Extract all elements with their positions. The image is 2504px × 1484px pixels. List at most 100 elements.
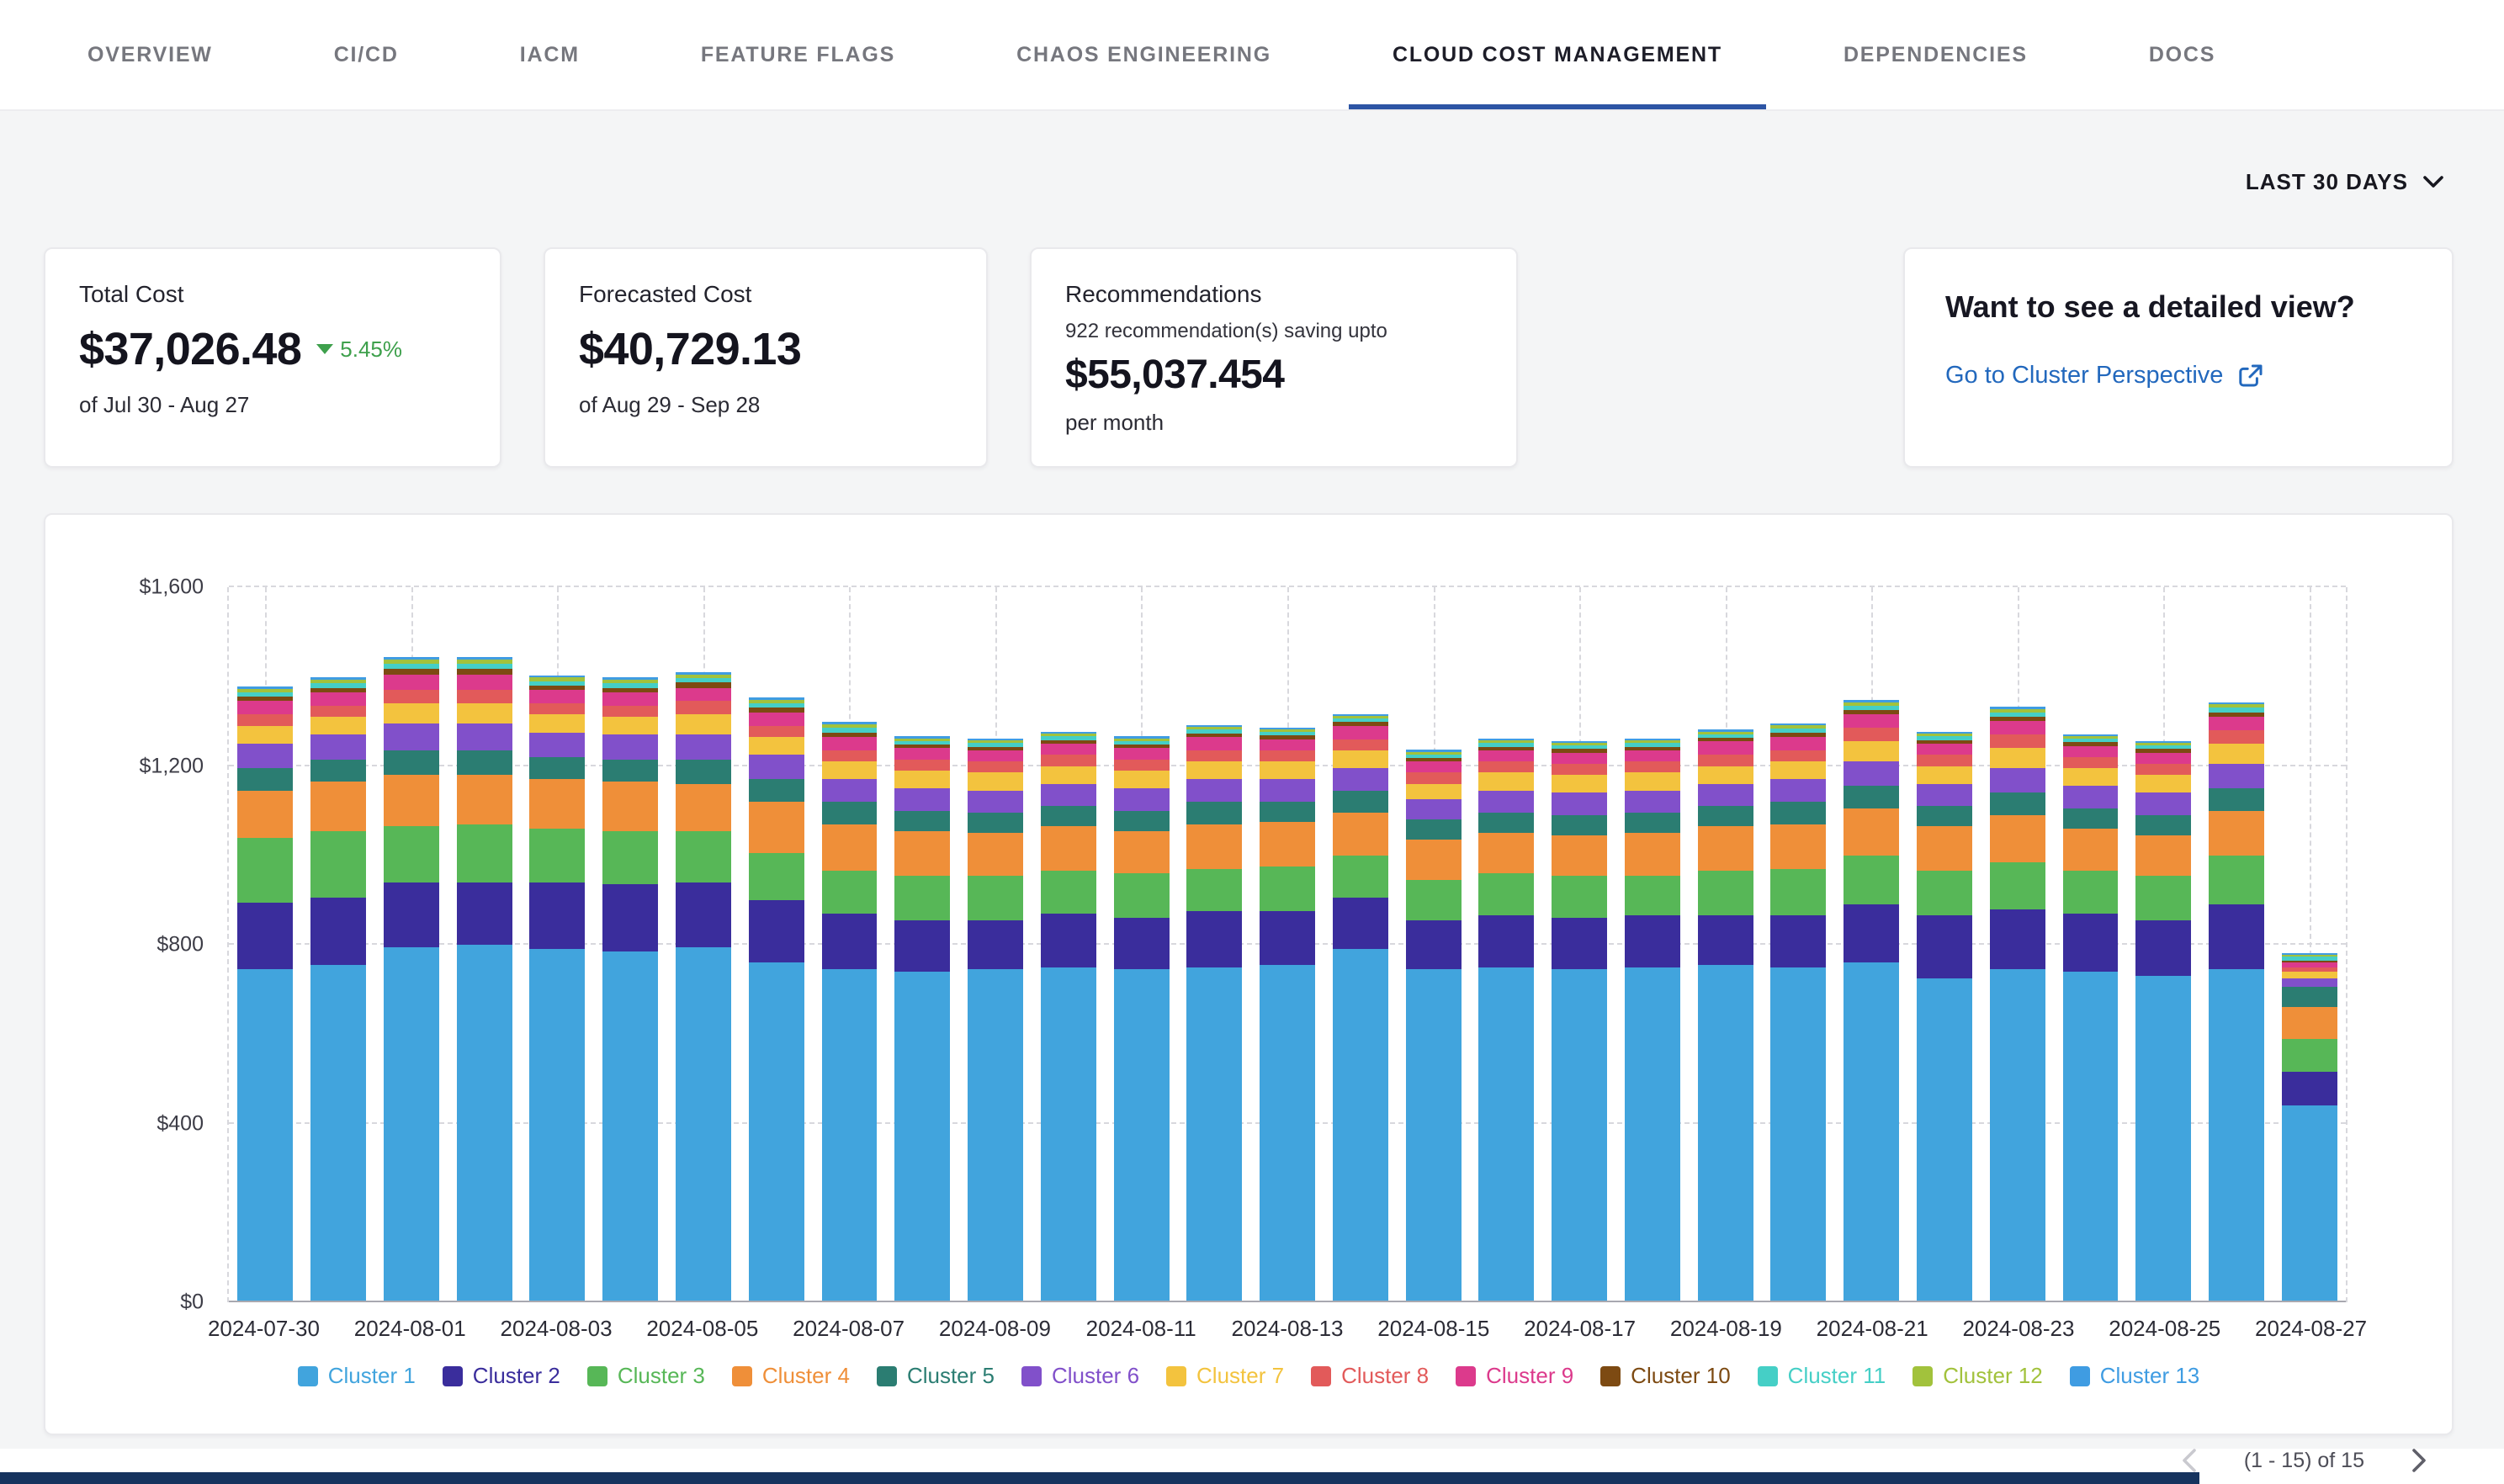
bar-segment-cluster-5 [2135, 815, 2191, 835]
chevron-right-icon[interactable] [2411, 1449, 2427, 1472]
bar-2024-08-15[interactable] [1406, 587, 1462, 1302]
bar-2024-08-14[interactable] [1333, 587, 1388, 1302]
bar-segment-cluster-7 [1260, 761, 1315, 779]
bar-2024-08-23[interactable] [1990, 587, 2045, 1302]
bar-2024-08-11[interactable] [1114, 587, 1170, 1302]
stacked-bars [229, 587, 2346, 1302]
legend-swatch [732, 1366, 752, 1386]
legend-item-cluster-2[interactable]: Cluster 2 [443, 1363, 560, 1389]
bar-2024-08-01[interactable] [384, 587, 439, 1302]
bar-segment-cluster-2 [1552, 918, 1607, 969]
legend-item-cluster-10[interactable]: Cluster 10 [1600, 1363, 1731, 1389]
bar-segment-cluster-3 [894, 876, 950, 920]
bar-2024-07-30[interactable] [237, 587, 293, 1302]
tab-chaos-engineering[interactable]: CHAOS ENGINEERING [973, 0, 1315, 109]
total-cost-title: Total Cost [79, 281, 466, 308]
y-tick-label: $1,200 [140, 754, 204, 778]
bar-2024-08-05[interactable] [676, 587, 731, 1302]
tab-overview[interactable]: OVERVIEW [44, 0, 257, 109]
bar-2024-08-12[interactable] [1186, 587, 1242, 1302]
legend-item-cluster-11[interactable]: Cluster 11 [1758, 1363, 1886, 1389]
chevron-left-icon[interactable] [2182, 1449, 2197, 1472]
bar-segment-cluster-5 [676, 760, 731, 784]
bar-2024-08-03[interactable] [529, 587, 585, 1302]
total-cost-delta-value: 5.45% [340, 337, 402, 363]
bar-2024-08-09[interactable] [968, 587, 1023, 1302]
bar-slot [2200, 587, 2273, 1302]
bar-segment-cluster-7 [1114, 771, 1170, 788]
legend-item-cluster-3[interactable]: Cluster 3 [587, 1363, 705, 1389]
bar-segment-cluster-4 [1698, 826, 1753, 871]
bar-segment-cluster-7 [1186, 761, 1242, 779]
y-tick-label: $1,600 [140, 575, 204, 600]
bar-segment-cluster-6 [749, 755, 804, 779]
detailed-view-card: Want to see a detailed view? Go to Clust… [1903, 247, 2454, 468]
bar-segment-cluster-1 [1186, 967, 1242, 1302]
bar-segment-cluster-5 [1333, 791, 1388, 814]
bar-segment-cluster-4 [1041, 826, 1096, 871]
bar-segment-cluster-8 [1041, 755, 1096, 766]
filter-row: LAST 30 DAYS [0, 111, 2504, 205]
bar-2024-08-25[interactable] [2135, 587, 2191, 1302]
bar-segment-cluster-2 [457, 882, 512, 945]
bar-segment-cluster-7 [2135, 775, 2191, 792]
bar-segment-cluster-9 [384, 675, 439, 691]
legend-item-cluster-5[interactable]: Cluster 5 [877, 1363, 995, 1389]
bar-2024-08-04[interactable] [602, 587, 658, 1302]
legend-item-cluster-6[interactable]: Cluster 6 [1021, 1363, 1139, 1389]
detailed-view-title: Want to see a detailed view? [1945, 289, 2411, 325]
bar-2024-08-07[interactable] [822, 587, 878, 1302]
bar-2024-08-27[interactable] [2282, 587, 2337, 1302]
tab-feature-flags[interactable]: FEATURE FLAGS [657, 0, 939, 109]
bar-2024-08-08[interactable] [894, 587, 950, 1302]
bar-2024-08-16[interactable] [1478, 587, 1534, 1302]
bar-segment-cluster-7 [1844, 741, 1899, 761]
legend-item-cluster-4[interactable]: Cluster 4 [732, 1363, 850, 1389]
bar-segment-cluster-4 [237, 791, 293, 838]
bar-slot [1397, 587, 1470, 1302]
bar-2024-08-06[interactable] [749, 587, 804, 1302]
tab-iacm[interactable]: IACM [476, 0, 623, 109]
bar-2024-08-22[interactable] [1917, 587, 1972, 1302]
bar-segment-cluster-4 [968, 833, 1023, 875]
bar-2024-08-02[interactable] [457, 587, 512, 1302]
bar-2024-08-19[interactable] [1698, 587, 1753, 1302]
bar-slot [886, 587, 959, 1302]
bar-slot [1251, 587, 1324, 1302]
bar-2024-08-20[interactable] [1770, 587, 1826, 1302]
legend-label: Cluster 3 [618, 1363, 705, 1389]
bar-2024-08-24[interactable] [2063, 587, 2119, 1302]
legend-item-cluster-1[interactable]: Cluster 1 [298, 1363, 416, 1389]
bar-2024-08-21[interactable] [1844, 587, 1899, 1302]
bar-2024-08-17[interactable] [1552, 587, 1607, 1302]
bar-segment-cluster-3 [1114, 873, 1170, 918]
bar-segment-cluster-6 [529, 733, 585, 757]
bar-2024-08-26[interactable] [2209, 587, 2264, 1302]
bar-segment-cluster-4 [1552, 835, 1607, 876]
tab-ci-cd[interactable]: CI/CD [290, 0, 443, 109]
tab-docs[interactable]: DOCS [2105, 0, 2259, 109]
tab-cloud-cost-management[interactable]: CLOUD COST MANAGEMENT [1349, 0, 1766, 109]
bar-segment-cluster-8 [237, 714, 293, 725]
bar-segment-cluster-4 [2135, 835, 2191, 876]
bar-segment-cluster-6 [1625, 791, 1680, 814]
bar-segment-cluster-3 [2135, 876, 2191, 920]
bar-segment-cluster-9 [1114, 748, 1170, 759]
legend-item-cluster-13[interactable]: Cluster 13 [2070, 1363, 2200, 1389]
bar-segment-cluster-3 [1990, 862, 2045, 909]
legend-item-cluster-9[interactable]: Cluster 9 [1456, 1363, 1573, 1389]
date-range-dropdown[interactable]: LAST 30 DAYS [2236, 158, 2454, 205]
legend-label: Cluster 4 [762, 1363, 850, 1389]
tab-dependencies[interactable]: DEPENDENCIES [1800, 0, 2072, 109]
legend-item-cluster-7[interactable]: Cluster 7 [1166, 1363, 1284, 1389]
legend-item-cluster-8[interactable]: Cluster 8 [1311, 1363, 1429, 1389]
bar-segment-cluster-5 [1990, 792, 2045, 815]
bar-segment-cluster-5 [1770, 802, 1826, 824]
legend-item-cluster-12[interactable]: Cluster 12 [1912, 1363, 2043, 1389]
bar-2024-08-10[interactable] [1041, 587, 1096, 1302]
bar-segment-cluster-3 [1186, 869, 1242, 911]
bar-2024-07-31[interactable] [310, 587, 366, 1302]
cluster-perspective-link[interactable]: Go to Cluster Perspective [1945, 362, 2411, 390]
bar-2024-08-13[interactable] [1260, 587, 1315, 1302]
bar-2024-08-18[interactable] [1625, 587, 1680, 1302]
